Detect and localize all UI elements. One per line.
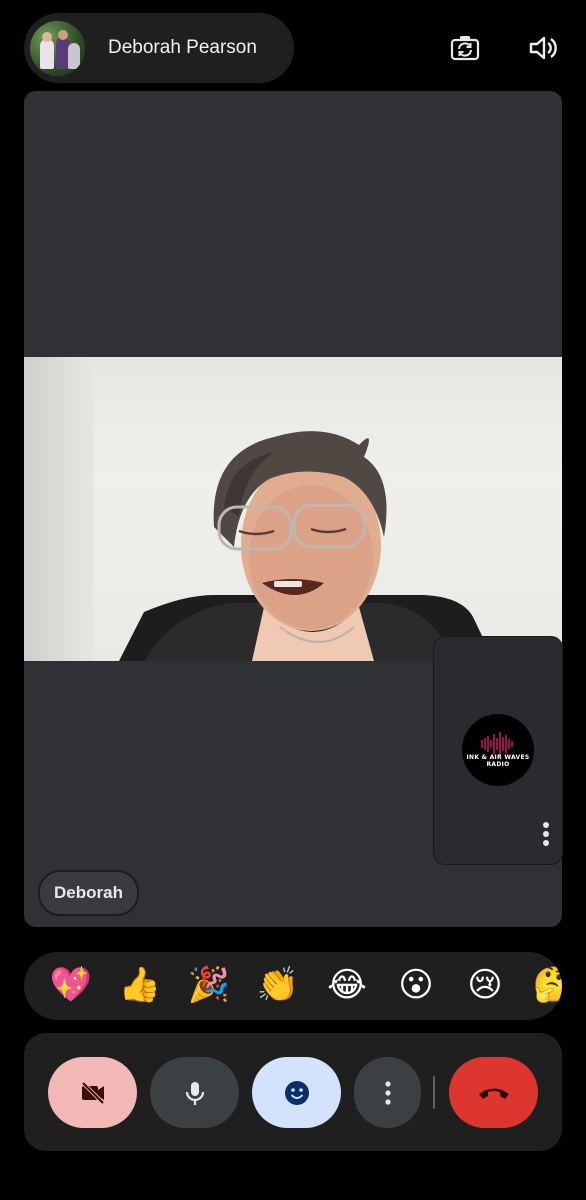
- participant-name-chip: Deborah: [38, 870, 139, 916]
- microphone-toggle-button[interactable]: [150, 1057, 239, 1128]
- camera-flip-icon[interactable]: [449, 32, 481, 64]
- thinking-face-icon[interactable]: 🤔: [532, 963, 562, 1007]
- videocam-off-icon: [81, 1081, 104, 1104]
- controls-divider: [433, 1076, 435, 1109]
- more-vert-icon: [384, 1080, 391, 1105]
- party-popper-icon[interactable]: 🎉: [187, 963, 231, 1007]
- end-call-button[interactable]: [449, 1057, 538, 1128]
- camera-toggle-button[interactable]: [48, 1057, 137, 1128]
- sparkling-heart-icon[interactable]: 💖: [49, 963, 93, 1007]
- reactions-bar: 💖 👍 🎉 👏 😂 😮 😢 🤔: [24, 952, 562, 1020]
- caller-name: Deborah Pearson: [108, 37, 257, 58]
- more-vert-icon[interactable]: [534, 819, 558, 849]
- radio-logo: INK & AIR WAVES RADIO: [462, 714, 534, 786]
- emoji-icon: [284, 1080, 309, 1105]
- mic-icon: [185, 1081, 204, 1105]
- caller-avatar: [30, 21, 85, 76]
- call-controls: [24, 1033, 562, 1151]
- surprised-face-icon[interactable]: 😮: [394, 963, 438, 1007]
- self-view-tile[interactable]: INK & AIR WAVES RADIO: [433, 636, 563, 865]
- call-end-icon: [478, 1088, 509, 1099]
- crying-face-icon[interactable]: 😢: [463, 963, 507, 1007]
- clapping-hands-icon[interactable]: 👏: [256, 963, 300, 1007]
- more-options-button[interactable]: [354, 1057, 421, 1128]
- radio-logo-text: INK & AIR WAVES RADIO: [466, 754, 530, 768]
- reactions-toggle-button[interactable]: [252, 1057, 341, 1128]
- tears-of-joy-icon[interactable]: 😂: [325, 963, 369, 1007]
- thumbs-up-icon[interactable]: 👍: [118, 963, 162, 1007]
- caller-header: Deborah Pearson: [24, 13, 294, 83]
- remote-video-feed: [24, 357, 562, 661]
- volume-icon[interactable]: [527, 32, 559, 64]
